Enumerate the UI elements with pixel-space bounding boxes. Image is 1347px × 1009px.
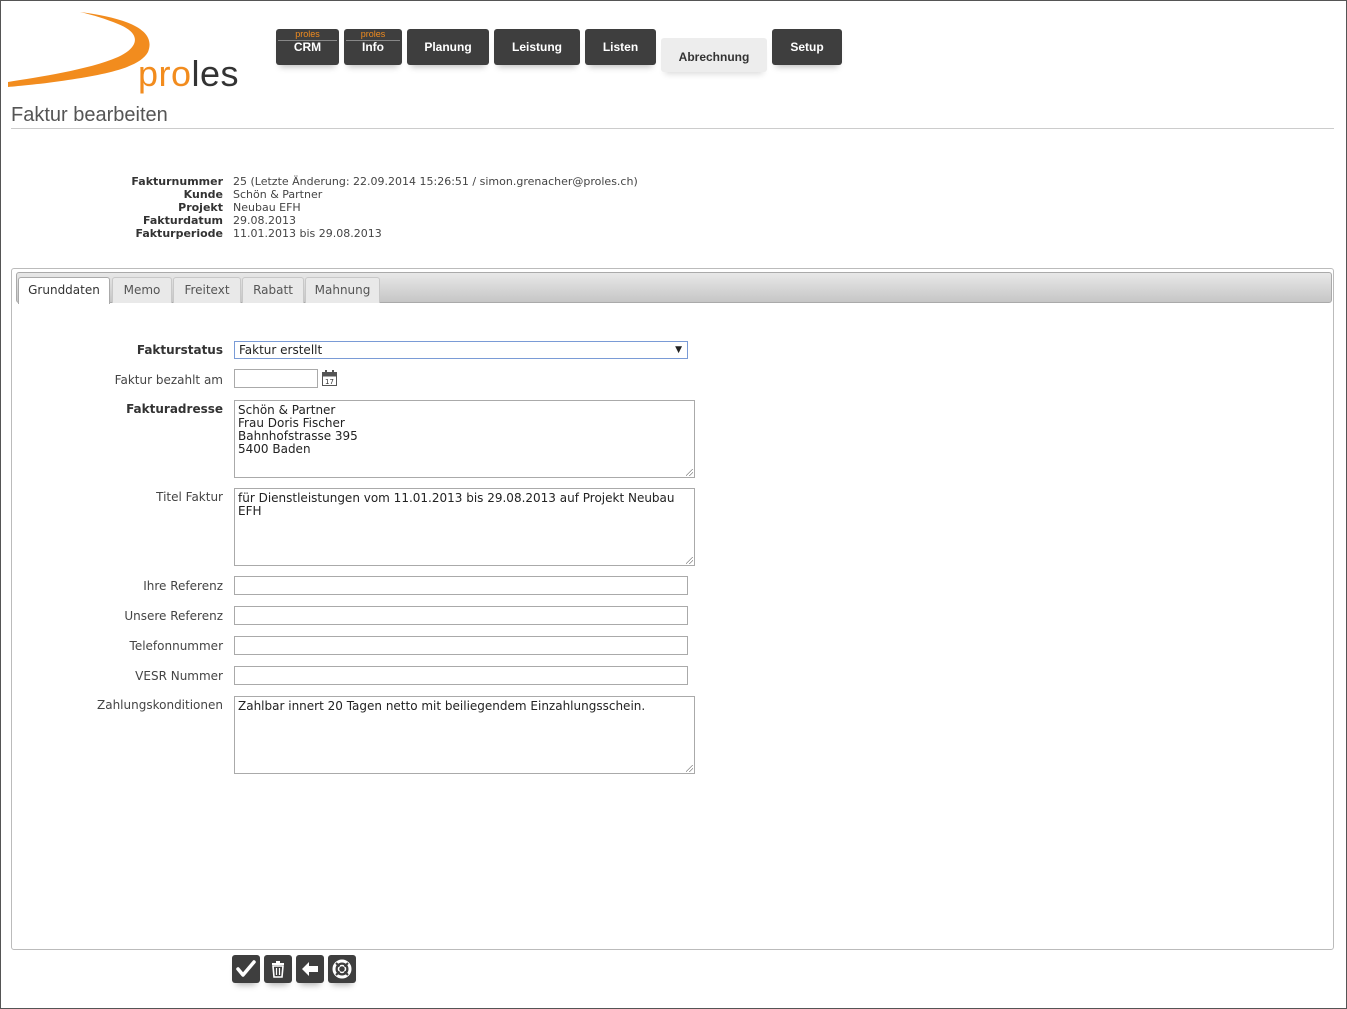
tab-freitext[interactable]: Freitext: [173, 277, 241, 303]
logo-swoosh-icon: [8, 12, 150, 87]
fakturadresse-label: Fakturadresse: [126, 402, 223, 416]
title-divider: [11, 128, 1334, 129]
zahlungskonditionen-textarea[interactable]: Zahlbar innert 20 Tagen netto mit beilie…: [234, 696, 695, 774]
telefonnummer-input[interactable]: [234, 636, 688, 655]
calendar-icon[interactable]: 17: [322, 370, 337, 386]
titel-faktur-value: für Dienstleistungen vom 11.01.2013 bis …: [238, 491, 679, 518]
vesr-nummer-input[interactable]: [234, 666, 688, 685]
nav-crm-label: CRM: [293, 40, 322, 54]
ihre-referenz-label: Ihre Referenz: [143, 579, 223, 593]
meta-projekt-value: Neubau EFH: [233, 201, 301, 214]
nav-setup[interactable]: Setup: [772, 29, 842, 65]
tab-memo[interactable]: Memo: [112, 277, 172, 303]
check-icon: [236, 960, 256, 977]
resize-grip-icon[interactable]: [686, 469, 693, 476]
bezahlt-am-input[interactable]: [234, 369, 318, 388]
unsere-referenz-input[interactable]: [234, 606, 688, 625]
nav-setup-label: Setup: [790, 40, 824, 54]
meta-projekt-label: Projekt: [178, 201, 223, 214]
meta-fakturperiode-label: Fakturperiode: [135, 227, 223, 240]
nav-listen-label: Listen: [602, 40, 639, 54]
help-lifebuoy-icon: [332, 959, 352, 979]
nav-planung-label: Planung: [424, 40, 472, 54]
meta-fakturdatum-value: 29.08.2013: [233, 214, 296, 227]
tab-bar: Grunddaten Memo Freitext Rabatt Mahnung: [16, 272, 1332, 304]
fakturadresse-textarea[interactable]: Schön & Partner Frau Doris Fischer Bahnh…: [234, 400, 695, 478]
meta-kunde-value: Schön & Partner: [233, 188, 323, 201]
fakturstatus-value: Faktur erstellt: [239, 343, 323, 357]
nav-crm[interactable]: proles CRM: [276, 29, 339, 65]
zahlungskonditionen-value: Zahlbar innert 20 Tagen netto mit beilie…: [238, 699, 646, 713]
nav-info[interactable]: proles Info: [344, 29, 402, 65]
fakturstatus-select[interactable]: Faktur erstellt ▼: [234, 341, 688, 359]
trash-icon: [272, 961, 284, 978]
tab-rabatt[interactable]: Rabatt: [242, 277, 304, 303]
back-button[interactable]: [296, 955, 324, 983]
tab-mahnung[interactable]: Mahnung: [305, 277, 380, 303]
nav-leistung[interactable]: Leistung: [494, 29, 580, 65]
nav-abrechnung-label: Abrechnung: [678, 50, 750, 64]
resize-grip-icon[interactable]: [686, 557, 693, 564]
delete-button[interactable]: [264, 955, 292, 983]
page-title: Faktur bearbeiten: [11, 104, 168, 126]
resize-grip-icon[interactable]: [686, 765, 693, 772]
nav-planung[interactable]: Planung: [407, 29, 489, 65]
fakturadresse-value: Schön & Partner Frau Doris Fischer Bahnh…: [238, 403, 358, 456]
nav-listen[interactable]: Listen: [585, 29, 656, 65]
fakturstatus-label: Fakturstatus: [136, 343, 223, 357]
tab-grunddaten[interactable]: Grunddaten: [18, 277, 110, 304]
save-button[interactable]: [232, 955, 260, 983]
zahlungskonditionen-label: Zahlungskonditionen: [97, 698, 223, 712]
meta-fakturperiode-value: 11.01.2013 bis 29.08.2013: [233, 227, 382, 240]
back-arrow-icon: [302, 962, 318, 976]
nav-info-label: Info: [362, 40, 384, 54]
titel-faktur-label: Titel Faktur: [156, 490, 223, 504]
meta-fakturnummer-label: Fakturnummer: [131, 175, 223, 188]
meta-kunde-label: Kunde: [183, 188, 223, 201]
ihre-referenz-input[interactable]: [234, 576, 688, 595]
logo-text: proles: [138, 53, 240, 94]
nav-abrechnung[interactable]: Abrechnung: [661, 38, 767, 72]
calendar-day: 17: [325, 378, 334, 386]
vesr-nummer-label: VESR Nummer: [135, 669, 223, 683]
chevron-down-icon: ▼: [675, 345, 682, 355]
help-button[interactable]: [328, 955, 356, 983]
unsere-referenz-label: Unsere Referenz: [124, 609, 223, 623]
bezahlt-am-label: Faktur bezahlt am: [114, 373, 223, 387]
nav-leistung-label: Leistung: [512, 40, 562, 54]
meta-fakturdatum-label: Fakturdatum: [143, 214, 223, 227]
meta-fakturnummer-value: 25 (Letzte Änderung: 22.09.2014 15:26:51…: [233, 175, 638, 188]
telefonnummer-label: Telefonnummer: [129, 639, 223, 653]
proles-logo[interactable]: proles: [8, 12, 258, 92]
titel-faktur-textarea[interactable]: für Dienstleistungen vom 11.01.2013 bis …: [234, 488, 695, 566]
